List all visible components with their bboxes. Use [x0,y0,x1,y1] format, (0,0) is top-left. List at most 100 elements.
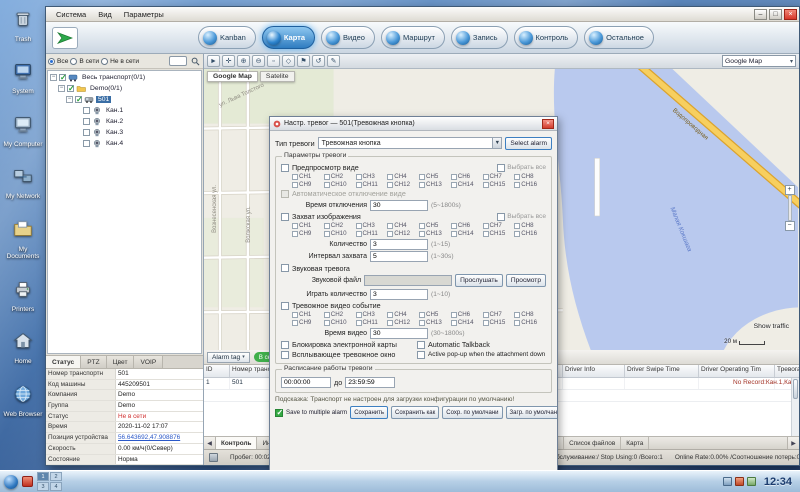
channel-checkbox[interactable] [451,174,457,180]
channel-item[interactable]: CH4 [387,173,419,180]
channel-checkbox[interactable] [451,312,457,318]
channel-checkbox[interactable] [356,223,362,229]
channel-item[interactable]: CH8 [514,222,546,229]
zoom-in-button[interactable]: + [785,185,795,195]
position-link[interactable]: 56.643692,47.908876 [116,433,203,443]
channel-checkbox[interactable] [387,312,393,318]
tree-checkbox[interactable] [67,85,74,92]
menu-view[interactable]: Вид [92,7,118,21]
menu-system[interactable]: Система [50,7,92,21]
workspace-3[interactable]: 3 [37,482,49,491]
channel-item[interactable]: CH16 [514,181,546,188]
channel-checkbox[interactable] [387,223,393,229]
sound-file-input[interactable] [364,275,452,286]
channel-checkbox[interactable] [451,231,457,237]
channel-item[interactable]: CH9 [292,230,324,237]
tabs-scroll-left-icon[interactable]: ◀ [204,437,216,449]
tree-node[interactable]: −501 [48,94,201,105]
channel-item[interactable]: CH5 [419,311,451,318]
channel-item[interactable]: CH4 [387,311,419,318]
preview-video-checkbox[interactable] [281,164,289,172]
channel-item[interactable]: CH1 [292,173,324,180]
channel-checkbox[interactable] [356,174,362,180]
channel-checkbox[interactable] [483,231,489,237]
channel-checkbox[interactable] [451,182,457,188]
taskbar-app-icon[interactable] [22,476,33,487]
channel-checkbox[interactable] [292,182,298,188]
toolbar-button-video[interactable]: Видео [321,26,375,49]
zoom-slider[interactable] [788,195,792,221]
tree-expander-icon[interactable]: − [66,96,73,103]
channel-checkbox[interactable] [292,320,298,326]
channel-item[interactable]: CH10 [324,319,356,326]
dialog-close-icon[interactable]: × [542,119,554,129]
alarm-tag-button[interactable]: Alarm tag ▾ [207,352,250,363]
tree-checkbox[interactable] [59,74,66,81]
channel-item[interactable]: CH2 [324,311,356,318]
filter-radio-all[interactable] [48,58,55,65]
channel-checkbox[interactable] [419,223,425,229]
channel-item[interactable]: CH8 [514,311,546,318]
bottom-tab-5[interactable]: Карта [621,437,649,449]
channel-checkbox[interactable] [324,320,330,326]
channel-item[interactable]: CH13 [419,319,451,326]
auto-off-checkbox[interactable] [281,190,289,198]
channel-checkbox[interactable] [514,320,520,326]
measure-tool-icon[interactable]: ✎ [327,55,340,67]
channel-checkbox[interactable] [514,231,520,237]
load-default-button[interactable]: Загр. по умолчани [506,406,557,419]
count-input[interactable] [370,239,428,250]
tree-node[interactable]: Кан.4 [48,138,201,149]
capture-select-all-checkbox[interactable] [497,213,505,221]
toolbar-button-record[interactable]: Запись [451,26,508,49]
desktop-icon-system[interactable]: System [2,60,44,95]
channel-checkbox[interactable] [324,223,330,229]
browse-button[interactable]: Просмотр [506,274,546,287]
select-alarm-button[interactable]: Select alarm [505,137,552,150]
channel-item[interactable]: CH6 [451,311,483,318]
schedule-end-input[interactable] [345,377,395,388]
listen-button[interactable]: Прослушать [455,274,503,287]
refresh-tool-icon[interactable]: ↺ [312,55,325,67]
workspace-1[interactable]: 1 [37,472,49,481]
channel-item[interactable]: CH6 [451,222,483,229]
show-traffic-toggle[interactable]: Show traffic [754,323,789,330]
tree-search-input[interactable] [169,56,187,66]
channel-checkbox[interactable] [324,182,330,188]
tree-checkbox[interactable] [83,129,90,136]
workspace-4[interactable]: 4 [50,482,62,491]
channel-item[interactable]: CH14 [451,181,483,188]
tree-node[interactable]: Кан.3 [48,127,201,138]
desktop-icon-trash[interactable]: Trash [2,8,44,43]
channel-checkbox[interactable] [324,312,330,318]
save-default-button[interactable]: Сохр. по умолчани [442,406,502,419]
channel-item[interactable]: CH7 [483,222,515,229]
save-button[interactable]: Сохранить [350,406,388,419]
channel-item[interactable]: CH8 [514,173,546,180]
video-time-input[interactable] [370,328,428,339]
channel-checkbox[interactable] [292,174,298,180]
select-tool-icon[interactable]: ► [207,55,220,67]
channel-checkbox[interactable] [419,174,425,180]
channel-item[interactable]: CH12 [387,230,419,237]
channel-checkbox[interactable] [387,231,393,237]
info-tab-статус[interactable]: Статус [46,356,81,368]
channel-item[interactable]: CH3 [356,173,388,180]
search-icon[interactable] [189,55,201,67]
channel-item[interactable]: CH1 [292,222,324,229]
tree-checkbox[interactable] [83,118,90,125]
channel-item[interactable]: CH15 [483,319,515,326]
maximize-button[interactable]: □ [769,9,782,20]
channel-item[interactable]: CH11 [356,319,388,326]
channel-checkbox[interactable] [483,312,489,318]
channel-item[interactable]: CH15 [483,181,515,188]
info-tab-voip[interactable]: VOIP [134,356,163,368]
channel-checkbox[interactable] [356,320,362,326]
tree-checkbox[interactable] [83,140,90,147]
tray-alert-icon[interactable] [735,477,744,486]
channel-checkbox[interactable] [483,320,489,326]
channel-checkbox[interactable] [483,223,489,229]
table-scrollbar[interactable] [791,378,799,436]
minimize-button[interactable]: – [754,9,767,20]
workspace-2[interactable]: 2 [50,472,62,481]
